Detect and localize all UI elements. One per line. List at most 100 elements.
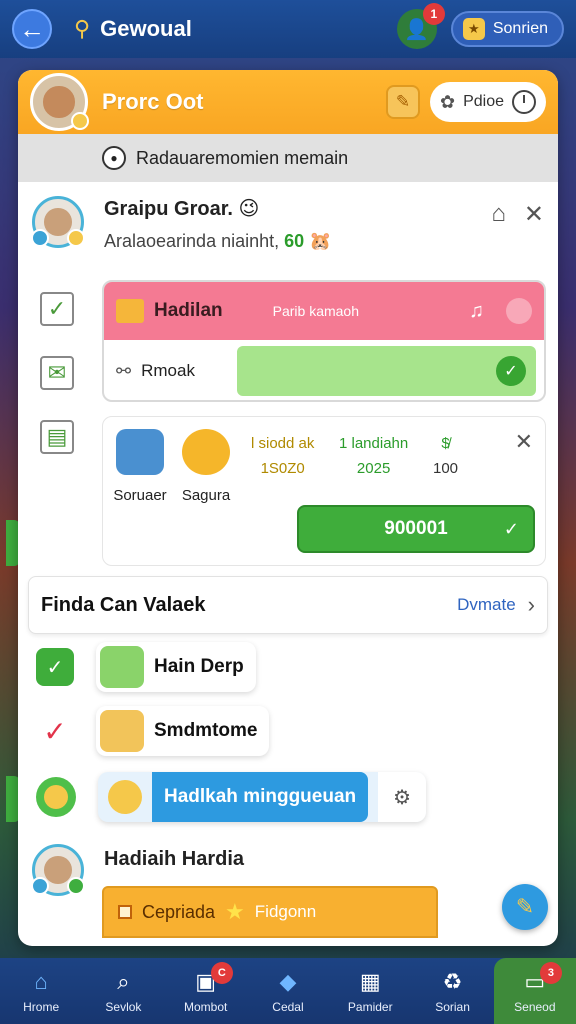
pencil-icon: ✎ bbox=[395, 92, 411, 111]
pencil-icon: ✎ bbox=[515, 894, 535, 919]
gift-icon bbox=[116, 299, 144, 323]
home-icon[interactable]: ⌂ bbox=[491, 200, 506, 229]
check-badge-icon bbox=[67, 877, 85, 895]
level-badge-icon bbox=[67, 229, 85, 247]
checklist-icon[interactable]: ✓ bbox=[40, 292, 74, 326]
home-icon: ⌂ bbox=[34, 969, 48, 994]
checkbox-icon[interactable]: ✓ bbox=[36, 648, 74, 686]
top-bar: ← ⚲ Gewoual 👤 1 ★ Sonrien bbox=[0, 0, 576, 58]
mail-icon[interactable]: ✉ bbox=[40, 356, 74, 390]
gear-icon[interactable]: ⚙ bbox=[378, 772, 427, 822]
machine-icon bbox=[116, 429, 164, 475]
notification-badge: 1 bbox=[422, 3, 445, 25]
profile-avatar[interactable] bbox=[30, 73, 89, 131]
stat-cell: $̸ 100 bbox=[433, 435, 459, 477]
nav-search[interactable]: ⌕ Sevlok bbox=[82, 958, 164, 1024]
items-box: Soruaer Sagura l siodd ak 1S0Z0 1 landia… bbox=[102, 416, 546, 566]
nav-shield[interactable]: ◆ Cedal bbox=[247, 958, 329, 1024]
reward-box: Hadilan Parib kamaoh ♫ ⚯ Rmoak ✓ bbox=[102, 280, 546, 402]
group-title: Graipu Groar. 😉 bbox=[104, 198, 260, 220]
info-ribbon: ● Radauaremomien memain bbox=[18, 134, 558, 182]
star-icon: ★ bbox=[225, 899, 245, 924]
prize-avatar[interactable] bbox=[31, 844, 85, 896]
status-badge-icon bbox=[31, 229, 49, 247]
shield-icon: ◆ bbox=[279, 969, 297, 994]
prize-title: Hadiaih Hardia bbox=[104, 848, 245, 870]
group-subtitle: Aralaoearinda niainht, 60 🐹 bbox=[104, 231, 332, 251]
reward-subtitle: Parib kamaoh bbox=[272, 303, 360, 319]
logo-icon: ⚲ bbox=[74, 16, 91, 41]
back-button[interactable]: ← bbox=[12, 9, 52, 49]
list-pill[interactable]: Hadlkah minggueuan ⚙ bbox=[98, 772, 427, 822]
item-card[interactable]: Sagura bbox=[171, 429, 241, 504]
reward-body: ⚯ Rmoak ✓ bbox=[104, 340, 544, 400]
find-bar[interactable]: Finda Can Valaek Dvmate › bbox=[28, 576, 548, 634]
nav-home[interactable]: ⌂ Hrome bbox=[0, 958, 82, 1024]
nav-badge: 3 bbox=[539, 962, 562, 984]
smile-icon: 😉 bbox=[238, 198, 260, 220]
nav-recycle[interactable]: ♻ Sorian bbox=[411, 958, 493, 1024]
card-icon[interactable]: ▤ bbox=[40, 420, 74, 454]
top-pill-button[interactable]: ★ Sonrien bbox=[450, 11, 564, 47]
list-pill[interactable]: Hain Derp bbox=[96, 642, 256, 692]
soccer-ball-icon: ● bbox=[102, 146, 126, 170]
hamster-icon: 🐹 bbox=[309, 231, 332, 251]
coin-icon bbox=[108, 780, 142, 814]
item-label: Sagura bbox=[181, 487, 231, 504]
list-item[interactable]: Hadlkah minggueuan ⚙ bbox=[36, 772, 427, 822]
list-item[interactable]: ✓ Hain Derp bbox=[36, 642, 256, 692]
shield-icon: ★ bbox=[462, 18, 485, 40]
chevron-right-icon[interactable]: › bbox=[528, 592, 535, 618]
profile-name: Prorc Oot bbox=[102, 89, 204, 114]
prize-bar[interactable]: Cepriada ★ Fidgonn bbox=[102, 886, 438, 938]
claim-button[interactable]: 900001 ✓ bbox=[297, 505, 535, 553]
bottom-nav: ⌂ Hrome ⌕ Sevlok ▣ Mombot C ◆ Cedal ▦ Pa… bbox=[0, 958, 576, 1024]
main-card: Prorc Oot ✎ ✿ Pdioe ● Radauaremomien mem… bbox=[18, 70, 558, 946]
close-icon[interactable]: ✕ bbox=[524, 200, 544, 229]
sun-icon bbox=[36, 777, 76, 817]
reward-title: Hadilan bbox=[154, 300, 223, 321]
sun-icon bbox=[182, 429, 230, 475]
reward-body-label: Rmoak bbox=[141, 361, 195, 380]
profile-pill-label: Pdioe bbox=[463, 93, 504, 110]
nav-card[interactable]: ▦ Pamider bbox=[329, 958, 411, 1024]
clock-icon bbox=[512, 90, 536, 114]
stat-cell: l siodd ak 1S0Z0 bbox=[251, 435, 315, 477]
check-icon: ✓ bbox=[496, 356, 526, 386]
stat-cell: 1 landiahn 2025 bbox=[339, 435, 409, 477]
profile-pill-button[interactable]: ✿ Pdioe bbox=[429, 82, 546, 122]
top-pill-label: Sonrien bbox=[492, 20, 548, 37]
app-title: Gewoual bbox=[100, 16, 192, 41]
group-avatar[interactable] bbox=[31, 196, 85, 248]
side-icon-column: ✓ ✉ ▤ bbox=[40, 292, 80, 484]
edit-button[interactable]: ✎ bbox=[385, 85, 420, 119]
item-label: Soruaer bbox=[113, 487, 167, 504]
check-icon: ✓ bbox=[503, 518, 519, 539]
reward-progress-bar[interactable]: ✓ bbox=[237, 346, 536, 396]
nav-bot[interactable]: ▣ Mombot C bbox=[165, 958, 247, 1024]
level-badge-icon bbox=[71, 112, 89, 130]
square-icon bbox=[118, 905, 132, 919]
close-icon[interactable]: ✕ bbox=[515, 429, 533, 455]
music-icon[interactable]: ♫ bbox=[469, 300, 484, 323]
card-icon: ▦ bbox=[359, 969, 381, 994]
robot-icon bbox=[100, 646, 144, 688]
nav-badge: C bbox=[210, 962, 233, 984]
user-button[interactable]: 👤 1 bbox=[396, 3, 445, 49]
status-badge-icon bbox=[31, 877, 49, 895]
find-link[interactable]: Dvmate bbox=[457, 595, 516, 615]
puzzle-icon: ✿ bbox=[439, 91, 456, 112]
link-icon: ⚯ bbox=[116, 360, 132, 381]
list-pill[interactable]: Smdmtome bbox=[96, 706, 270, 756]
ribbon-text: Radauaremomien memain bbox=[136, 147, 349, 168]
tick-icon[interactable]: ✓ bbox=[36, 712, 74, 750]
list-item[interactable]: ✓ Smdmtome bbox=[36, 706, 270, 756]
profile-header: Prorc Oot ✎ ✿ Pdioe bbox=[18, 70, 558, 134]
find-title: Finda Can Valaek bbox=[41, 593, 206, 616]
edit-fab-button[interactable]: ✎ bbox=[502, 884, 548, 930]
nav-wallet[interactable]: ▭ Seneod 3 bbox=[493, 958, 576, 1024]
group-value: 60 bbox=[284, 231, 305, 251]
search-icon: ⌕ bbox=[117, 969, 130, 994]
flower-icon[interactable] bbox=[506, 298, 532, 324]
item-card[interactable]: Soruaer bbox=[105, 429, 175, 504]
